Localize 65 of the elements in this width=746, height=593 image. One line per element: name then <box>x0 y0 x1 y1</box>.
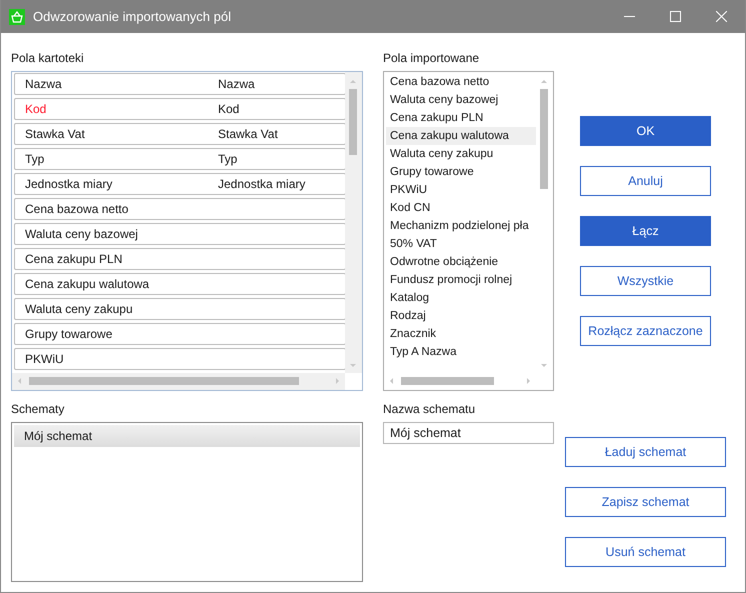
field-name: Waluta ceny zakupu <box>24 302 134 316</box>
list-item[interactable]: 50% VAT <box>386 235 538 253</box>
list-item[interactable]: Typ A Nazwa <box>386 343 538 361</box>
list-item[interactable]: Katalog <box>386 289 538 307</box>
scheme-button[interactable]: Usuń schemat <box>565 537 726 567</box>
field-row[interactable]: Cena bazowa netto <box>14 198 346 220</box>
mapped-field: Jednostka miary <box>218 177 306 191</box>
scheme-item[interactable]: Mój schemat <box>14 425 360 447</box>
field-row[interactable]: Grupy towarowe <box>14 323 346 345</box>
window-title: Odwzorowanie importowanych pól <box>33 9 231 24</box>
list-item[interactable]: Grupy towarowe <box>386 163 538 181</box>
maximize-icon[interactable] <box>670 11 681 22</box>
list-item[interactable]: Mechanizm podzielonej pła <box>386 217 538 235</box>
list-item[interactable]: Fundusz promocji rolnej <box>386 271 538 289</box>
field-row[interactable]: Nazwa Nazwa <box>14 73 346 95</box>
list-item[interactable]: Cena zakupu PLN <box>386 109 538 127</box>
mapped-field: Typ <box>218 152 238 166</box>
section-label: Nazwa schematu <box>383 401 476 418</box>
mapped-field: Kod <box>218 102 240 116</box>
close-icon[interactable] <box>716 11 727 22</box>
field-row[interactable]: Jednostka miary Jednostka miary <box>14 173 346 195</box>
list-item[interactable]: PKWiU <box>386 181 538 199</box>
field-row[interactable]: PKWiU <box>14 348 346 370</box>
scheme-button[interactable]: Ładuj schemat <box>565 437 726 467</box>
field-row[interactable]: Typ Typ <box>14 148 346 170</box>
list-item[interactable]: Kod CN <box>386 199 538 217</box>
action-button[interactable]: Rozłącz zaznaczone <box>580 316 711 346</box>
field-row[interactable]: Waluta ceny bazowej <box>14 223 346 245</box>
list-item[interactable]: Cena zakupu walutowa <box>386 127 538 145</box>
field-name: Stawka Vat <box>24 127 86 141</box>
list-item[interactable]: Waluta ceny bazowej <box>386 91 538 109</box>
list-item[interactable]: Rodzaj <box>386 307 538 325</box>
field-row[interactable]: Cena zakupu PLN <box>14 248 346 270</box>
field-name: Grupy towarowe <box>24 327 114 341</box>
scheme-button[interactable]: Zapisz schemat <box>565 487 726 517</box>
section-label: Pola importowane <box>383 50 480 67</box>
vertical-scrollbar[interactable] <box>345 72 362 373</box>
field-name: Cena bazowa netto <box>24 202 130 216</box>
basket-icon <box>9 8 25 24</box>
field-name: Typ <box>24 152 46 166</box>
scheme-name-field[interactable]: Mój schemat <box>383 422 554 444</box>
field-name: Nazwa <box>24 77 63 91</box>
list-item[interactable]: Waluta ceny zakupu <box>386 145 538 163</box>
action-button[interactable]: Łącz <box>580 216 711 246</box>
list-item[interactable]: Cena bazowa netto <box>386 73 538 91</box>
section-label: Pola kartoteki <box>11 50 84 67</box>
field-row[interactable]: Stawka Vat Stawka Vat <box>14 123 346 145</box>
list-item[interactable]: Znacznik <box>386 325 538 343</box>
field-name: PKWiU <box>24 352 65 366</box>
list-item[interactable]: Odwrotne obciążenie <box>386 253 538 271</box>
field-name: Kod <box>24 102 48 116</box>
action-button[interactable]: Wszystkie <box>580 266 711 296</box>
mapped-field: Nazwa <box>218 77 255 91</box>
field-row[interactable]: Cena zakupu walutowa <box>14 273 346 295</box>
field-row[interactable]: Kod Kod <box>14 98 346 120</box>
mapped-field: Stawka Vat <box>218 127 278 141</box>
horizontal-scrollbar[interactable] <box>12 373 345 390</box>
field-row[interactable]: Waluta ceny zakupu <box>14 298 346 320</box>
field-name: Cena zakupu PLN <box>24 252 124 266</box>
field-name: Cena zakupu walutowa <box>24 277 150 291</box>
field-name: Waluta ceny bazowej <box>24 227 139 241</box>
section-label: Schematy <box>11 401 64 418</box>
field-name: Jednostka miary <box>24 177 114 191</box>
action-button[interactable]: Anuluj <box>580 166 711 196</box>
action-button[interactable]: OK <box>580 116 711 146</box>
